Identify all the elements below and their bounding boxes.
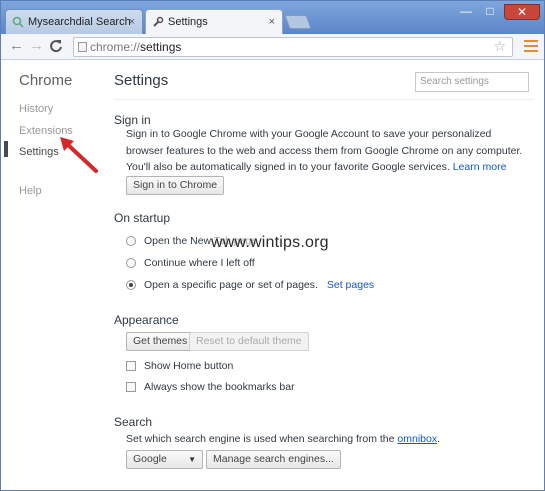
- dropdown-caret-icon: ▼: [188, 455, 196, 464]
- search-engine-select[interactable]: Google ▼: [126, 450, 203, 469]
- search-favicon-icon: [12, 16, 24, 28]
- tab-settings[interactable]: Settings ×: [145, 9, 283, 34]
- search-text: Set which search engine is used when sea…: [126, 433, 395, 445]
- sidebar-item-history[interactable]: History: [19, 103, 53, 115]
- sidebar-item-settings[interactable]: Settings: [19, 146, 59, 158]
- search-description: Set which search engine is used when sea…: [126, 431, 526, 448]
- reset-default-theme-button[interactable]: Reset to default theme: [189, 332, 309, 351]
- minimize-button[interactable]: —: [454, 4, 478, 20]
- tab-label: Settings: [168, 16, 208, 28]
- url-scheme: chrome://: [90, 40, 141, 54]
- tab-mysearchdial[interactable]: Mysearchdial Search ×: [5, 9, 143, 34]
- sign-in-to-chrome-button[interactable]: Sign in to Chrome: [126, 176, 225, 195]
- wrench-icon: [153, 16, 164, 27]
- new-tab-button[interactable]: [284, 15, 312, 29]
- reload-icon: [50, 40, 62, 53]
- menu-bar: [524, 50, 538, 52]
- watermark: www.wintips.org: [211, 234, 329, 252]
- address-bar[interactable]: chrome://settings ☆: [73, 37, 513, 57]
- sidebar-item-help[interactable]: Help: [19, 185, 42, 197]
- maximize-button[interactable]: □: [478, 4, 502, 20]
- omnibox-link[interactable]: omnibox: [397, 433, 437, 445]
- section-heading-sign-in: Sign in: [114, 113, 151, 127]
- page-title: Settings: [114, 72, 169, 89]
- startup-option-continue[interactable]: Continue where I left off: [126, 257, 255, 271]
- menu-bar: [524, 40, 538, 42]
- settings-main: Settings Search settings Sign in Sign in…: [114, 61, 539, 491]
- tab-close-icon[interactable]: ×: [129, 10, 135, 35]
- search-settings-input[interactable]: Search settings: [415, 72, 529, 92]
- sidebar-title: Chrome: [19, 72, 73, 89]
- startup-option-specific-pages[interactable]: Open a specific page or set of pages. Se…: [126, 279, 374, 293]
- title-bar: Mysearchdial Search × Settings × — □ ✕: [1, 1, 544, 34]
- tab-close-icon[interactable]: ×: [269, 10, 275, 35]
- selected-marker: [4, 141, 8, 157]
- red-arrow-annotation: [60, 137, 98, 173]
- checkbox-label: Show Home button: [144, 360, 234, 372]
- show-bookmarks-bar-option[interactable]: Always show the bookmarks bar: [126, 381, 295, 395]
- tab-label: Mysearchdial Search: [28, 16, 131, 28]
- checkbox[interactable]: [126, 361, 136, 371]
- section-heading-search: Search: [114, 415, 153, 429]
- header-divider: [114, 99, 534, 100]
- show-home-button-option[interactable]: Show Home button: [126, 360, 233, 374]
- manage-search-engines-button[interactable]: Manage search engines...: [206, 450, 341, 469]
- bookmark-star-icon[interactable]: ☆: [493, 37, 506, 55]
- search-text-end: .: [437, 433, 441, 445]
- search-engine-value: Google: [133, 453, 167, 465]
- chrome-menu-button[interactable]: [524, 40, 538, 54]
- sign-in-description: Sign in to Google Chrome with your Googl…: [126, 126, 526, 176]
- browser-window: Mysearchdial Search × Settings × — □ ✕ ←…: [0, 0, 545, 491]
- checkbox[interactable]: [126, 382, 136, 392]
- radio-button-selected[interactable]: [126, 280, 136, 290]
- url-path: settings: [140, 40, 182, 54]
- forward-button[interactable]: →: [29, 37, 44, 55]
- learn-more-link[interactable]: Learn more: [453, 161, 507, 173]
- radio-button[interactable]: [126, 236, 136, 246]
- menu-bar: [524, 45, 538, 47]
- browser-toolbar: ← → chrome://settings ☆: [1, 34, 544, 60]
- section-heading-on-startup: On startup: [114, 211, 171, 225]
- close-window-button[interactable]: ✕: [504, 4, 540, 20]
- radio-label: Continue where I left off: [144, 257, 255, 269]
- get-themes-button[interactable]: Get themes: [126, 332, 195, 351]
- page-icon: [78, 42, 87, 52]
- set-pages-link[interactable]: Set pages: [327, 279, 374, 291]
- radio-button[interactable]: [126, 258, 136, 268]
- back-button[interactable]: ←: [9, 37, 24, 55]
- reload-button[interactable]: [49, 37, 63, 58]
- checkbox-label: Always show the bookmarks bar: [144, 381, 295, 393]
- section-heading-appearance: Appearance: [114, 313, 179, 327]
- settings-sidebar: Chrome History Extensions Settings Help: [1, 61, 101, 491]
- radio-label: Open a specific page or set of pages.: [144, 279, 318, 291]
